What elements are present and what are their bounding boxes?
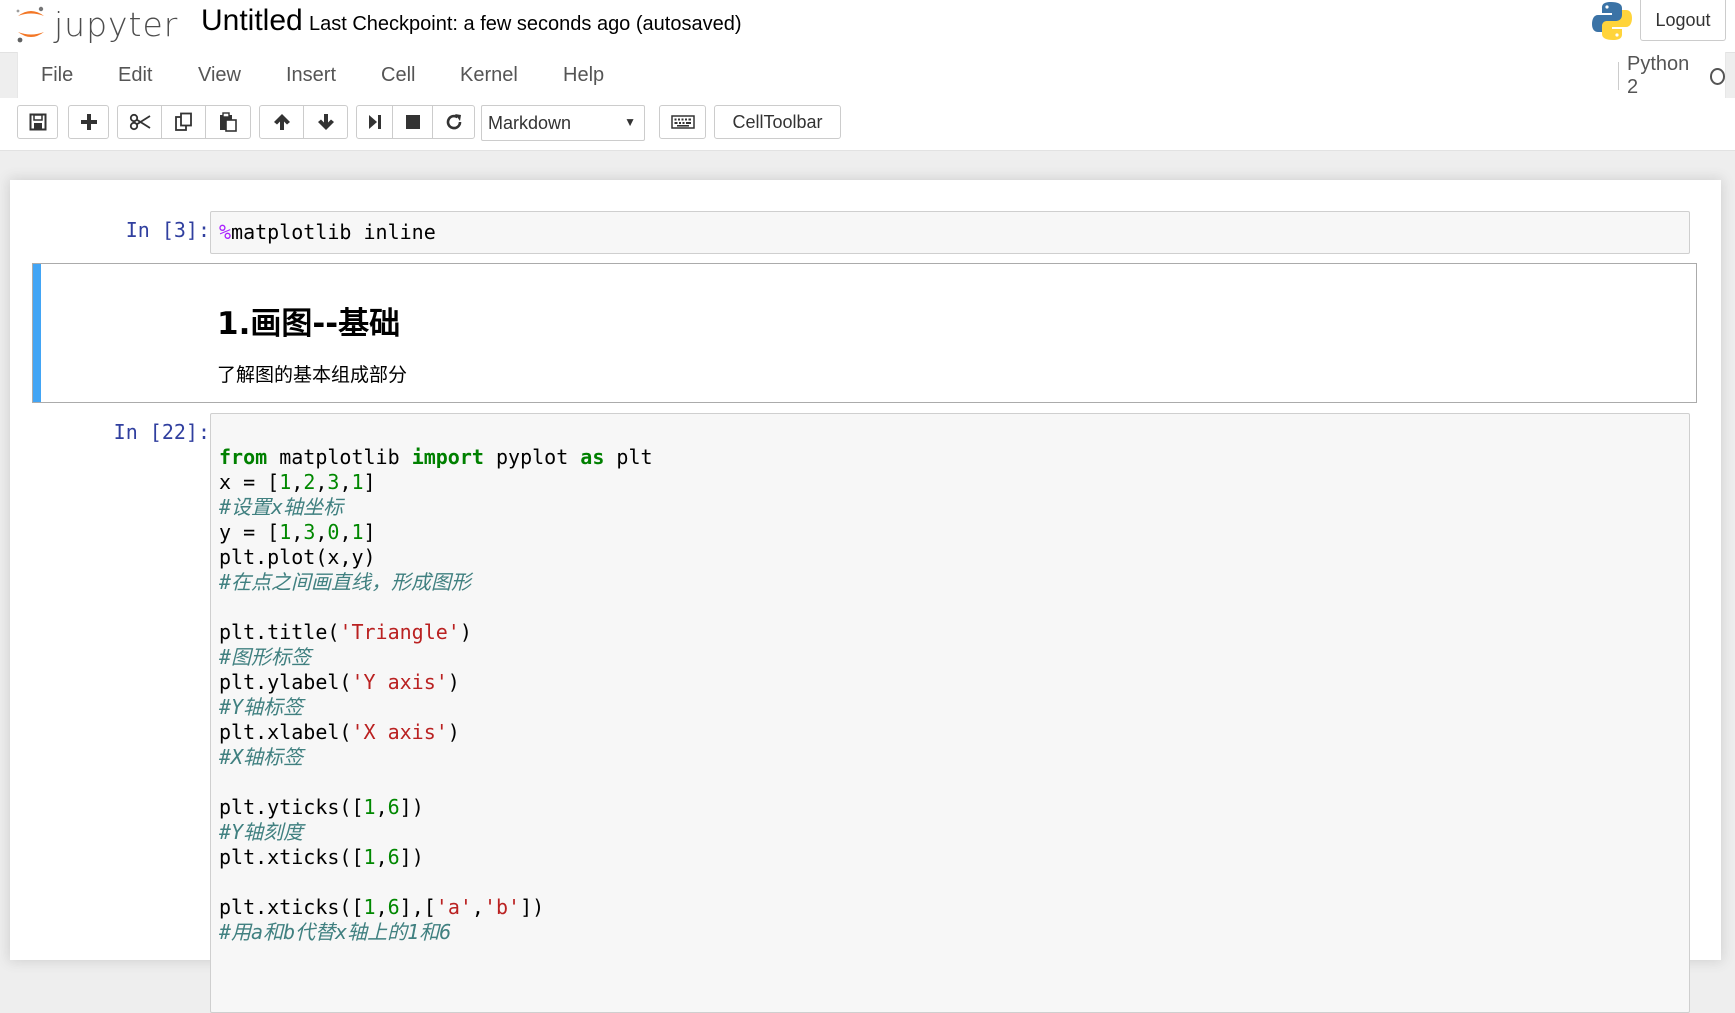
move-up-button[interactable] [259, 105, 304, 139]
refresh-icon [446, 114, 461, 130]
cell-type-select[interactable]: Markdown ▼ [481, 105, 645, 141]
stop-icon [405, 115, 420, 129]
code-text: matplotlib inline [231, 220, 436, 244]
arrow-up-icon [273, 114, 290, 130]
menu-kernel[interactable]: Kernel [460, 64, 518, 87]
code-line: #用a和b代替x轴上的1和6 [219, 920, 452, 944]
logout-button[interactable]: Logout [1640, 0, 1726, 41]
kernel-name: Python 2 [1627, 53, 1690, 98]
notebook-container: In [3]: %matplotlib inline 1.画图--基础 了解图的… [10, 180, 1721, 1013]
kernel-indicator: Python 2 [1618, 53, 1725, 98]
cell-prompt: In [3]: [125, 218, 210, 242]
code-line: x = [1,2,3,1] [219, 470, 376, 494]
code-line: plt.xlabel('X axis') [219, 720, 460, 744]
header: jupyter Untitled Last Checkpoint: a few … [0, 0, 1735, 53]
checkpoint-status: Last Checkpoint: a few seconds ago (auto… [309, 13, 742, 35]
step-forward-icon [368, 115, 381, 129]
dropdown-arrow-icon: ▼ [624, 115, 636, 129]
code-block: from matplotlib import pyplot as plt x = … [219, 445, 653, 945]
selected-cell-indicator [33, 264, 41, 402]
code-line: plt.yticks([1,6]) [219, 795, 424, 819]
code-line: plt.xticks([1,6],['a','b']) [219, 895, 545, 919]
plus-icon [80, 114, 97, 130]
code-line: plt.xticks([1,6]) [219, 845, 424, 869]
menu-insert[interactable]: Insert [286, 64, 336, 87]
markdown-cell[interactable]: 1.画图--基础 了解图的基本组成部分 [32, 263, 1697, 403]
copy-icon [174, 112, 192, 131]
code-line: #Y轴标签 [219, 695, 304, 719]
menu-help[interactable]: Help [563, 64, 604, 87]
restart-kernel-button[interactable] [432, 105, 475, 139]
code-line: #图形标签 [219, 645, 312, 669]
interrupt-button[interactable] [392, 105, 433, 139]
cell-prompt: In [22]: [113, 420, 210, 444]
code-line: y = [1,3,0,1] [219, 520, 376, 544]
menu-edit[interactable]: Edit [118, 64, 152, 87]
code-line: #在点之间画直线，形成图形 [219, 570, 472, 594]
menubar: File Edit View Insert Cell Kernel Help P… [17, 52, 1726, 99]
kernel-idle-icon [1709, 67, 1725, 85]
scissors-icon [129, 113, 150, 131]
cut-button[interactable] [117, 105, 162, 139]
code-line: #X轴标签 [219, 745, 304, 769]
insert-cell-button[interactable] [68, 105, 109, 139]
arrow-down-icon [317, 114, 334, 130]
code-cell-input[interactable]: from matplotlib import pyplot as plt x = … [210, 413, 1690, 1013]
save-button[interactable] [17, 105, 58, 139]
code-line: plt.title('Triangle') [219, 620, 472, 644]
python-logo-icon [1591, 0, 1633, 47]
command-palette-button[interactable] [659, 105, 706, 139]
jupyter-logo[interactable]: jupyter [14, 0, 178, 48]
code-line: #Y轴刻度 [219, 820, 304, 844]
copy-button[interactable] [161, 105, 206, 139]
code-line: plt.ylabel('Y axis') [219, 670, 460, 694]
paste-icon [220, 112, 237, 132]
code-cell-input[interactable]: %matplotlib inline [210, 211, 1690, 254]
keyboard-icon [670, 115, 695, 129]
logo-text: jupyter [54, 4, 179, 44]
code-line: #设置x轴坐标 [219, 495, 344, 519]
markdown-paragraph: 了解图的基本组成部分 [217, 364, 408, 386]
save-icon [29, 113, 46, 131]
paste-button[interactable] [205, 105, 251, 139]
toolbar: Markdown ▼ CellToolbar [0, 98, 1735, 151]
jupyter-logo-icon [16, 6, 44, 43]
magic-prefix: % [219, 220, 232, 244]
menu-cell[interactable]: Cell [381, 64, 415, 87]
markdown-heading: 1.画图--基础 [217, 306, 401, 342]
menu-file[interactable]: File [41, 64, 73, 87]
run-cell-button[interactable] [356, 105, 393, 139]
celltoolbar-button[interactable]: CellToolbar [714, 105, 841, 139]
code-line: from matplotlib import pyplot as plt [219, 445, 653, 469]
code-line: plt.plot(x,y) [219, 545, 376, 569]
menu-view[interactable]: View [198, 64, 241, 87]
notebook-title[interactable]: Untitled [201, 4, 303, 38]
cell-type-value: Markdown [488, 112, 572, 133]
move-down-button[interactable] [303, 105, 348, 139]
